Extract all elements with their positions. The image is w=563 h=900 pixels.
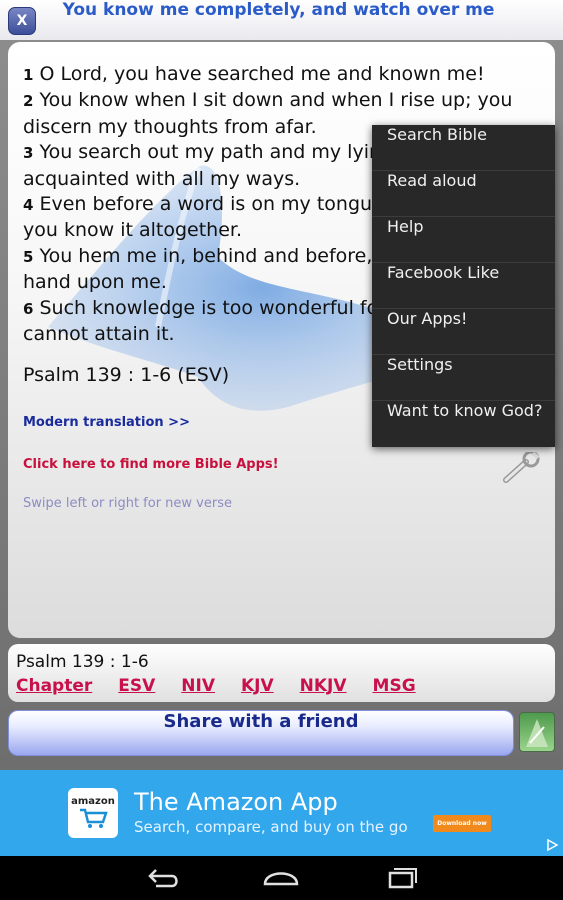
back-icon[interactable] — [142, 864, 182, 892]
home-icon[interactable] — [261, 864, 301, 892]
msg-link[interactable]: MSG — [373, 676, 416, 696]
menu-item-help[interactable]: Help — [372, 217, 555, 263]
nkjv-link[interactable]: NKJV — [300, 676, 347, 696]
ad-banner[interactable]: amazon The Amazon App Search, compare, a… — [0, 770, 563, 856]
wrench-icon[interactable] — [502, 452, 544, 484]
verse-number: 6 — [23, 299, 34, 318]
translation-links: Chapter ESV NIV KJV NKJV MSG — [16, 676, 442, 696]
close-button[interactable]: X — [8, 7, 36, 35]
cart-icon — [80, 808, 108, 828]
reference-label: Psalm 139 : 1-6 — [16, 652, 149, 672]
modern-translation-link[interactable]: Modern translation >> — [23, 415, 190, 430]
verse-number: 4 — [23, 196, 34, 215]
verse-number: 5 — [23, 247, 34, 266]
menu-item-our-apps[interactable]: Our Apps! — [372, 309, 555, 355]
share-image-icon[interactable] — [519, 712, 555, 752]
amazon-logo-text: amazon — [71, 796, 115, 807]
menu-item-read-aloud[interactable]: Read aloud — [372, 171, 555, 217]
menu-item-search-bible[interactable]: Search Bible — [372, 125, 555, 171]
verse-content: O Lord, you have searched me and known m… — [39, 63, 485, 85]
menu-item-know-god[interactable]: Want to know God? — [372, 401, 555, 447]
verse-number: 1 — [23, 66, 34, 84]
amazon-app-logo: amazon — [68, 788, 118, 838]
reference-panel: Psalm 139 : 1-6 Chapter ESV NIV KJV NKJV… — [8, 644, 555, 702]
esv-link[interactable]: ESV — [118, 676, 155, 696]
system-nav-bar — [0, 856, 563, 900]
chapter-link[interactable]: Chapter — [16, 676, 92, 696]
share-button[interactable]: Share with a friend — [8, 710, 514, 756]
ad-subtitle: Search, compare, and buy on the go — [134, 818, 408, 836]
verse-number: 2 — [23, 92, 34, 111]
ad-download-button[interactable]: Download now — [433, 815, 491, 832]
swipe-hint: Swipe left or right for new verse — [23, 496, 232, 511]
overflow-menu: Search Bible Read aloud Help Facebook Li… — [372, 125, 555, 447]
niv-link[interactable]: NIV — [181, 676, 215, 696]
verse-number: 3 — [23, 144, 34, 163]
menu-item-settings[interactable]: Settings — [372, 355, 555, 401]
header-bar: X You know me completely, and watch over… — [0, 0, 563, 40]
recents-icon[interactable] — [382, 864, 422, 892]
ad-title: The Amazon App — [134, 788, 338, 816]
verse-reference: Psalm 139 : 1-6 (ESV) — [23, 364, 230, 386]
share-image-graphic — [526, 719, 548, 747]
page-title: You know me completely, and watch over m… — [62, 0, 495, 20]
menu-item-facebook-like[interactable]: Facebook Like — [372, 263, 555, 309]
verse-line: 1 O Lord, you have searched me and known… — [23, 62, 543, 88]
kjv-link[interactable]: KJV — [241, 676, 274, 696]
more-bible-apps-link[interactable]: Click here to find more Bible Apps! — [23, 457, 279, 472]
ad-choices-icon[interactable] — [545, 838, 559, 852]
